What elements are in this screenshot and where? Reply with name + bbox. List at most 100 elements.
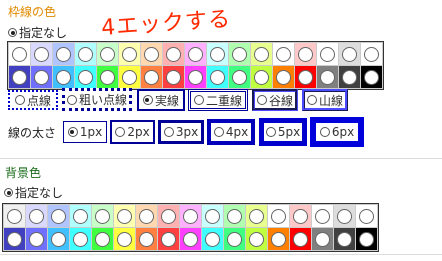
color-swatch[interactable] <box>224 205 245 227</box>
swatch-radio-icon[interactable] <box>227 208 242 224</box>
color-swatch[interactable] <box>158 228 179 250</box>
color-swatch[interactable] <box>334 228 355 250</box>
swatch-radio-icon[interactable] <box>276 46 291 62</box>
swatch-radio-icon[interactable] <box>359 208 374 224</box>
color-swatch[interactable] <box>141 43 162 65</box>
color-swatch[interactable] <box>180 205 201 227</box>
swatch-radio-icon[interactable] <box>166 69 181 85</box>
swatch-radio-icon[interactable] <box>342 69 357 85</box>
swatch-radio-icon[interactable] <box>12 46 27 62</box>
swatch-radio-icon[interactable] <box>183 208 198 224</box>
swatch-radio-icon[interactable] <box>359 231 374 247</box>
radio-icon[interactable] <box>66 94 77 105</box>
radio-icon[interactable] <box>4 188 13 197</box>
swatch-radio-icon[interactable] <box>298 69 313 85</box>
color-swatch[interactable] <box>92 205 113 227</box>
swatch-radio-icon[interactable] <box>144 46 159 62</box>
color-swatch[interactable] <box>224 228 245 250</box>
swatch-radio-icon[interactable] <box>73 208 88 224</box>
color-swatch[interactable] <box>70 205 91 227</box>
swatch-radio-icon[interactable] <box>34 46 49 62</box>
radio-icon[interactable] <box>306 95 317 105</box>
swatch-radio-icon[interactable] <box>29 231 44 247</box>
radio-icon[interactable] <box>256 95 267 105</box>
swatch-radio-icon[interactable] <box>122 69 137 85</box>
color-swatch[interactable] <box>163 43 184 65</box>
radio-icon[interactable] <box>163 127 174 137</box>
color-swatch[interactable] <box>339 43 360 65</box>
swatch-radio-icon[interactable] <box>337 231 352 247</box>
color-swatch[interactable] <box>202 205 223 227</box>
swatch-radio-icon[interactable] <box>78 46 93 62</box>
radio-icon[interactable] <box>67 127 78 137</box>
color-swatch[interactable] <box>136 228 157 250</box>
color-swatch[interactable] <box>295 66 316 88</box>
color-swatch[interactable] <box>207 43 228 65</box>
color-swatch[interactable] <box>273 43 294 65</box>
swatch-radio-icon[interactable] <box>320 46 335 62</box>
swatch-radio-icon[interactable] <box>51 231 66 247</box>
swatch-radio-icon[interactable] <box>139 231 154 247</box>
color-swatch[interactable] <box>185 66 206 88</box>
swatch-radio-icon[interactable] <box>56 46 71 62</box>
color-swatch[interactable] <box>229 43 250 65</box>
swatch-radio-icon[interactable] <box>188 69 203 85</box>
color-swatch[interactable] <box>141 66 162 88</box>
swatch-radio-icon[interactable] <box>144 69 159 85</box>
swatch-radio-icon[interactable] <box>254 69 269 85</box>
swatch-radio-icon[interactable] <box>293 208 308 224</box>
line-style-dotted[interactable]: 点線 <box>8 90 58 110</box>
color-swatch[interactable] <box>9 66 30 88</box>
color-swatch[interactable] <box>295 43 316 65</box>
radio-icon[interactable] <box>319 127 330 137</box>
swatch-radio-icon[interactable] <box>271 208 286 224</box>
color-swatch[interactable] <box>290 205 311 227</box>
swatch-radio-icon[interactable] <box>29 208 44 224</box>
radio-icon[interactable] <box>8 28 17 37</box>
color-swatch[interactable] <box>290 228 311 250</box>
color-swatch[interactable] <box>207 66 228 88</box>
color-swatch[interactable] <box>251 43 272 65</box>
swatch-radio-icon[interactable] <box>276 69 291 85</box>
color-swatch[interactable] <box>53 66 74 88</box>
color-swatch[interactable] <box>26 228 47 250</box>
border-none-option[interactable]: 指定なし <box>8 24 67 41</box>
line-style-groove[interactable]: 谷線 <box>252 89 298 111</box>
swatch-radio-icon[interactable] <box>100 69 115 85</box>
line-width-3px[interactable]: 3px <box>158 120 204 144</box>
swatch-radio-icon[interactable] <box>315 208 330 224</box>
color-swatch[interactable] <box>317 43 338 65</box>
color-swatch[interactable] <box>356 205 377 227</box>
swatch-radio-icon[interactable] <box>34 69 49 85</box>
swatch-radio-icon[interactable] <box>232 46 247 62</box>
color-swatch[interactable] <box>97 43 118 65</box>
color-swatch[interactable] <box>75 43 96 65</box>
color-swatch[interactable] <box>356 228 377 250</box>
color-swatch[interactable] <box>268 205 289 227</box>
line-style-coarse-dotted[interactable]: 粗い点線 <box>62 88 132 111</box>
swatch-radio-icon[interactable] <box>227 231 242 247</box>
swatch-radio-icon[interactable] <box>342 46 357 62</box>
color-swatch[interactable] <box>361 43 382 65</box>
color-swatch[interactable] <box>334 205 355 227</box>
swatch-radio-icon[interactable] <box>205 231 220 247</box>
swatch-radio-icon[interactable] <box>364 69 379 85</box>
color-swatch[interactable] <box>317 66 338 88</box>
color-swatch[interactable] <box>31 66 52 88</box>
swatch-radio-icon[interactable] <box>315 231 330 247</box>
radio-icon[interactable] <box>193 95 204 105</box>
swatch-radio-icon[interactable] <box>12 69 27 85</box>
swatch-radio-icon[interactable] <box>254 46 269 62</box>
color-swatch[interactable] <box>4 228 25 250</box>
swatch-radio-icon[interactable] <box>117 231 132 247</box>
line-width-2px[interactable]: 2px <box>110 120 155 144</box>
color-swatch[interactable] <box>229 66 250 88</box>
color-swatch[interactable] <box>70 228 91 250</box>
background-none-option[interactable]: 指定なし <box>4 184 63 201</box>
color-swatch[interactable] <box>163 66 184 88</box>
line-width-5px[interactable]: 5px <box>259 118 307 146</box>
color-swatch[interactable] <box>185 43 206 65</box>
color-swatch[interactable] <box>92 228 113 250</box>
swatch-radio-icon[interactable] <box>249 231 264 247</box>
color-swatch[interactable] <box>180 228 201 250</box>
